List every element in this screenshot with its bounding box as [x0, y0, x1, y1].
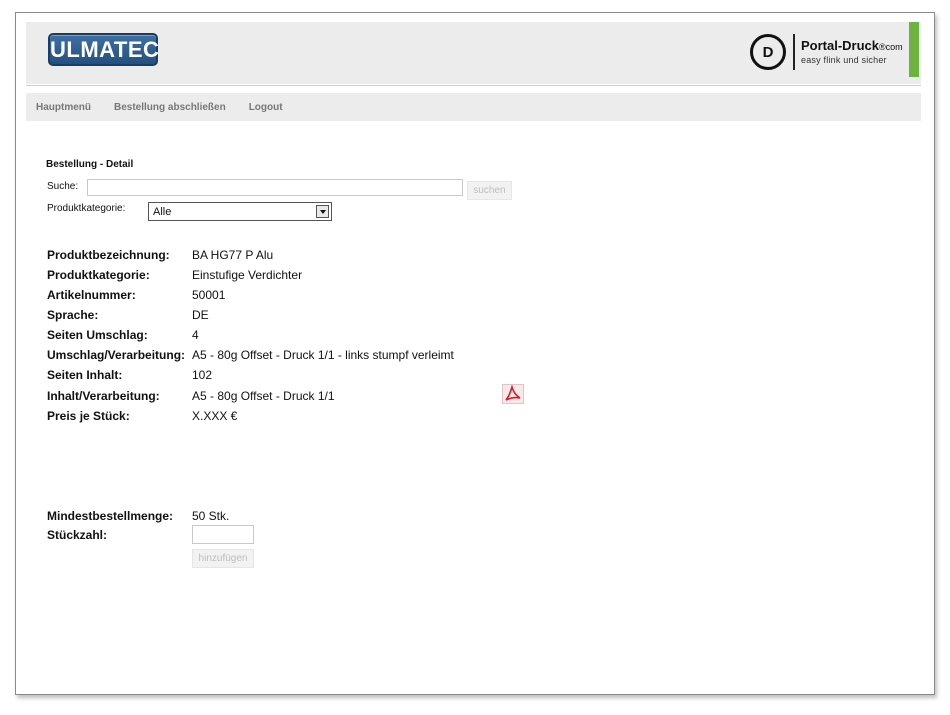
main-content: Bestellung - Detail Suche: suchen Produk… — [16, 121, 934, 693]
detail-value: Einstufige Verdichter — [192, 268, 303, 282]
portal-name: Portal-Druck — [801, 38, 880, 53]
detail-value: 102 — [192, 368, 213, 382]
detail-value: X.XXX € — [192, 409, 238, 423]
accent-bar — [909, 22, 919, 77]
category-selected-value: Alle — [153, 205, 172, 218]
nav-bestellung-abschliessen[interactable]: Bestellung abschließen — [114, 102, 226, 113]
min-order-row: Mindestbestellmenge: 50 Stk. — [47, 508, 229, 524]
detail-value: DE — [192, 308, 209, 322]
detail-value: A5 - 80g Offset - Druck 1/1 - links stum… — [192, 348, 454, 362]
detail-key: Produktkategorie: — [47, 268, 150, 282]
browser-frame: ULMATEC D Portal-Druck®com easy flink un… — [15, 12, 935, 695]
nav-logout[interactable]: Logout — [249, 102, 283, 113]
detail-row-umschlag-verarbeitung: Umschlag/Verarbeitung: A5 - 80g Offset -… — [47, 347, 454, 363]
min-order-value: 50 Stk. — [192, 509, 230, 523]
detail-key: Sprache: — [47, 308, 99, 322]
detail-value: 4 — [192, 328, 199, 342]
page-header: ULMATEC D Portal-Druck®com easy flink un… — [26, 22, 921, 84]
search-input[interactable] — [87, 179, 463, 196]
detail-key: Preis je Stück: — [47, 409, 130, 423]
detail-row-preis: Preis je Stück: X.XXX € — [47, 408, 237, 424]
detail-row-artikelnummer: Artikelnummer: 50001 — [47, 287, 225, 303]
portal-druck-mark-icon: D — [750, 34, 786, 70]
detail-row-produktkategorie: Produktkategorie: Einstufige Verdichter — [47, 267, 302, 283]
detail-key: Inhalt/Verarbeitung: — [47, 389, 160, 403]
pdf-icon[interactable] — [502, 384, 524, 404]
main-nav: Hauptmenü Bestellung abschließen Logout — [26, 93, 921, 121]
page-title: Bestellung - Detail — [46, 159, 134, 170]
add-button[interactable]: hinzufügen — [192, 549, 254, 568]
logo-divider — [793, 34, 795, 70]
quantity-input[interactable] — [192, 525, 254, 544]
detail-key: Seiten Inhalt: — [47, 368, 123, 382]
portal-druck-logo: D Portal-Druck®com easy flink und sicher — [750, 30, 903, 74]
detail-row-seiten-inhalt: Seiten Inhalt: 102 — [47, 367, 212, 383]
category-label: Produktkategorie: — [47, 203, 126, 214]
quantity-row: Stückzahl: — [47, 527, 192, 543]
min-order-key: Mindestbestellmenge: — [47, 509, 174, 523]
detail-row-inhalt-verarbeitung: Inhalt/Verarbeitung: A5 - 80g Offset - D… — [47, 388, 335, 404]
detail-value: BA HG77 P Alu — [192, 248, 274, 262]
quantity-label: Stückzahl: — [47, 528, 108, 542]
detail-key: Artikelnummer: — [47, 288, 136, 302]
detail-row-sprache: Sprache: DE — [47, 307, 209, 323]
header-divider — [26, 85, 921, 86]
detail-value: A5 - 80g Offset - Druck 1/1 — [192, 389, 335, 403]
detail-key: Produktbezeichnung: — [47, 248, 170, 262]
search-label: Suche: — [47, 181, 79, 192]
portal-name-suffix: ®com — [879, 42, 903, 52]
detail-row-produktbezeichnung: Produktbezeichnung: BA HG77 P Alu — [47, 247, 273, 263]
detail-value: 50001 — [192, 288, 226, 302]
chevron-down-icon[interactable] — [316, 205, 329, 218]
detail-key: Seiten Umschlag: — [47, 328, 148, 342]
search-button[interactable]: suchen — [467, 181, 512, 200]
category-select[interactable]: Alle — [148, 202, 332, 221]
ulmatec-logo: ULMATEC — [48, 33, 159, 66]
detail-row-seiten-umschlag: Seiten Umschlag: 4 — [47, 327, 199, 343]
portal-tagline: easy flink und sicher — [801, 55, 887, 65]
nav-hauptmenue[interactable]: Hauptmenü — [36, 102, 91, 113]
detail-key: Umschlag/Verarbeitung: — [47, 348, 186, 362]
